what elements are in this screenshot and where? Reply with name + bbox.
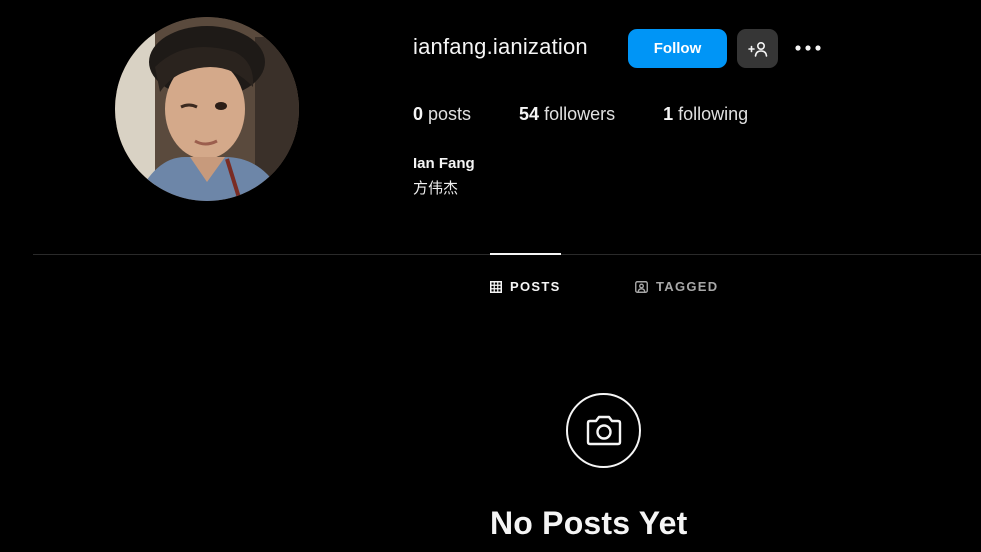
posts-stat: 0 posts <box>413 104 471 125</box>
more-options-button[interactable] <box>792 33 824 63</box>
profile-stats: 0 posts 54 followers 1 following <box>413 104 796 125</box>
follow-button[interactable]: Follow <box>628 29 727 68</box>
followers-label: followers <box>544 104 616 124</box>
tab-posts-label: POSTS <box>510 279 561 294</box>
empty-state-title: No Posts Yet <box>490 505 688 541</box>
posts-count: 0 <box>413 104 429 124</box>
grid-icon <box>490 280 502 293</box>
active-tab-indicator <box>490 253 561 255</box>
avatar-photo <box>115 17 299 201</box>
posts-label: posts <box>428 104 472 124</box>
following-count: 1 <box>663 104 679 124</box>
tab-tagged[interactable]: TAGGED <box>635 279 718 294</box>
profile-avatar[interactable] <box>115 17 299 201</box>
tagged-icon <box>635 280 648 293</box>
empty-state-camera <box>566 393 641 468</box>
tab-tagged-label: TAGGED <box>656 279 719 294</box>
profile-username: ianfang.ianization <box>413 34 588 59</box>
suggest-similar-button[interactable] <box>737 29 778 68</box>
more-options-icon <box>795 45 821 51</box>
profile-full-name: Ian Fang <box>413 155 475 172</box>
following-label: following <box>678 104 749 124</box>
profile-bio: 方伟杰 <box>413 180 459 197</box>
tab-posts[interactable]: POSTS <box>490 279 561 294</box>
profile-page: ianfang.ianization Follow 0 posts 54 fol… <box>0 0 981 552</box>
followers-count: 54 <box>519 104 545 124</box>
following-stat[interactable]: 1 following <box>663 104 748 125</box>
add-person-icon <box>747 41 767 57</box>
followers-stat[interactable]: 54 followers <box>519 104 615 125</box>
camera-icon <box>586 415 621 445</box>
